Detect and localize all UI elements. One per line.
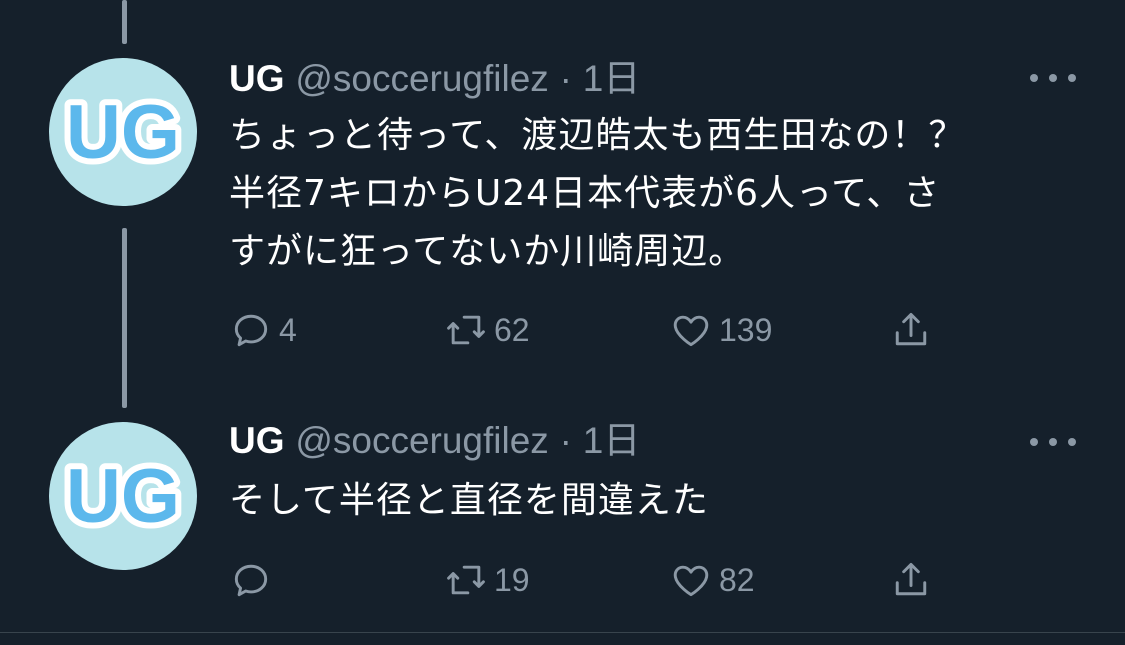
display-name[interactable]: UG bbox=[229, 58, 285, 99]
user-handle[interactable]: @soccerugfilez bbox=[295, 420, 549, 461]
timestamp[interactable]: 1日 bbox=[583, 58, 641, 99]
tweet-actions: 19 82 bbox=[229, 558, 969, 602]
more-options-icon[interactable] bbox=[1030, 68, 1076, 88]
like-count: 139 bbox=[719, 311, 773, 348]
retweet-icon bbox=[447, 315, 485, 345]
timestamp[interactable]: 1日 bbox=[583, 420, 641, 461]
ug-logo-icon: UG UG bbox=[60, 448, 186, 545]
tweet-text: ちょっと待って、渡辺皓太も西生田なの！？ 半径7キロからU24日本代表が6人って… bbox=[229, 107, 1089, 281]
like-button[interactable]: 82 bbox=[669, 558, 755, 602]
tweet-text-line: 半径7キロからU24日本代表が6人って、さ bbox=[229, 173, 941, 214]
heart-icon bbox=[673, 315, 709, 347]
user-handle[interactable]: @soccerugfilez bbox=[295, 58, 549, 99]
like-button[interactable]: 139 bbox=[669, 308, 772, 352]
heart-icon bbox=[673, 565, 709, 597]
tweet-text-line: そして半径と直径を間違えた bbox=[229, 480, 709, 521]
more-options-icon[interactable] bbox=[1030, 432, 1076, 452]
retweet-button[interactable]: 62 bbox=[444, 308, 530, 352]
retweet-count: 19 bbox=[494, 561, 530, 598]
svg-text:UG: UG bbox=[66, 454, 180, 539]
tweet-text-line: ちょっと待って、渡辺皓太も西生田なの！？ bbox=[229, 115, 966, 156]
tweet-header: UG @soccerugfilez · 1日 bbox=[229, 56, 640, 102]
tweet-text: そして半径と直径を間違えた bbox=[229, 472, 1089, 530]
display-name[interactable]: UG bbox=[229, 420, 285, 461]
reply-button[interactable]: 4 bbox=[229, 308, 297, 352]
divider bbox=[0, 632, 1125, 633]
ug-logo-icon: UG UG bbox=[60, 84, 186, 181]
separator-dot: · bbox=[559, 58, 572, 99]
avatar[interactable]: UG UG bbox=[49, 422, 197, 570]
reply-button[interactable] bbox=[229, 558, 279, 602]
share-button[interactable] bbox=[889, 308, 939, 352]
share-icon bbox=[895, 312, 927, 346]
svg-text:UG: UG bbox=[66, 90, 180, 175]
retweet-count: 62 bbox=[494, 311, 530, 348]
reply-icon bbox=[234, 564, 268, 597]
reply-count: 4 bbox=[279, 311, 297, 348]
share-button[interactable] bbox=[889, 558, 939, 602]
tweet-header: UG @soccerugfilez · 1日 bbox=[229, 418, 640, 464]
separator-dot: · bbox=[559, 420, 572, 461]
tweet[interactable]: UG UG UG @soccerugfilez · 1日 ちょっと待って、渡辺皓… bbox=[0, 0, 1125, 410]
retweet-button[interactable]: 19 bbox=[444, 558, 530, 602]
tweet-actions: 4 62 139 bbox=[229, 308, 969, 352]
share-icon bbox=[895, 562, 927, 596]
reply-icon bbox=[234, 314, 268, 347]
like-count: 82 bbox=[719, 561, 755, 598]
retweet-icon bbox=[447, 565, 485, 595]
tweet[interactable]: UG UG UG @soccerugfilez · 1日 そして半径と直径を間違… bbox=[0, 410, 1125, 632]
tweet-text-line: すがに狂ってないか川崎周辺。 bbox=[229, 231, 746, 272]
avatar[interactable]: UG UG bbox=[49, 58, 197, 206]
